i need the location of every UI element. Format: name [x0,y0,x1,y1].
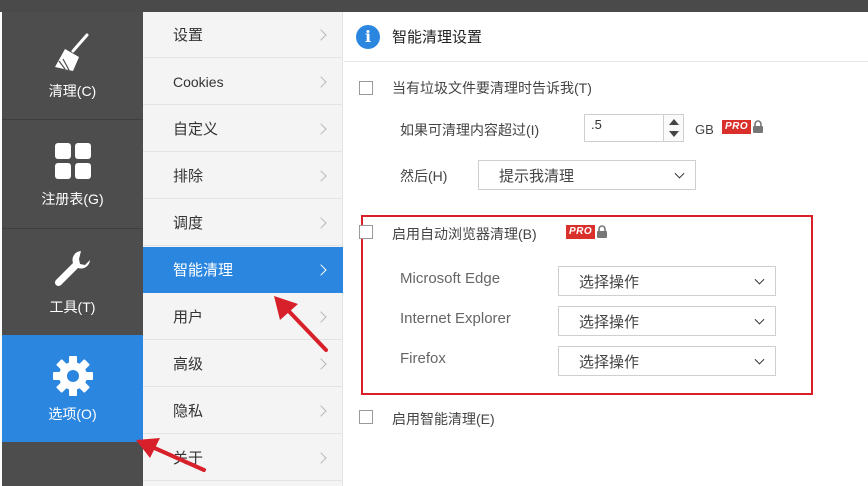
lock-icon [597,225,608,238]
ie-select-value: 选择操作 [579,313,640,331]
nav-item-registry[interactable]: 注册表(G) [2,120,143,228]
firefox-action-select[interactable]: 选择操作 [558,346,776,376]
browser-clean-checkbox[interactable] [359,225,373,239]
stepper-down-icon[interactable] [669,131,679,137]
threshold-stepper[interactable] [664,114,684,142]
menu-item-settings[interactable]: 设置 [143,12,343,58]
menu-item-privacy[interactable]: 隐私 [143,388,343,434]
pro-tag: PRO [566,225,596,239]
stepper-up-icon[interactable] [669,119,679,125]
chevron-down-icon [754,314,765,325]
menu-item-label: 用户 [173,309,204,326]
browser-name-firefox: Firefox [400,350,446,367]
ie-action-select[interactable]: 选择操作 [558,306,776,336]
chevron-down-icon [754,354,765,365]
then-label: 然后(H) [400,168,448,184]
annotation-arrow-icon [274,296,328,352]
menu-item-label: 智能清理 [173,262,234,279]
firefox-select-value: 选择操作 [579,353,640,371]
menu-item-label: 排除 [173,168,204,185]
annotation-arrow-icon [136,438,206,472]
menu-item-label: 设置 [173,27,204,44]
threshold-unit: GB [695,122,714,137]
content-header: i 智能清理设置 [344,12,868,62]
browser-name-edge: Microsoft Edge [400,270,501,287]
browser-name-ie: Internet Explorer [400,310,511,327]
notify-checkbox[interactable] [359,81,373,95]
menu-item-smart-clean[interactable]: 智能清理 [143,247,343,293]
nav-item-tools[interactable]: 工具(T) [2,229,143,335]
chevron-right-icon [315,75,327,88]
menu-item-label: 自定义 [173,121,219,138]
nav-item-options[interactable]: 选项(O) [2,335,143,442]
edge-action-select[interactable]: 选择操作 [558,266,776,296]
chevron-right-icon [315,28,327,41]
pro-tag: PRO [722,120,752,134]
nav-item-clean[interactable]: 清理(C) [2,12,143,119]
menu-item-label: Cookies [173,73,224,90]
lock-icon [753,120,764,133]
pro-badge: PRO [566,225,608,239]
menu-item-schedule[interactable]: 调度 [143,200,343,246]
menu-item-exclude[interactable]: 排除 [143,153,343,199]
settings-menu: 设置 Cookies 自定义 排除 调度 智能清理 用户 高级 隐私 关于 [143,12,343,486]
smart-clean-checkbox[interactable] [359,410,373,424]
chevron-right-icon [315,169,327,182]
wrench-icon [51,247,95,291]
window-top-bar [0,0,868,12]
notify-label: 当有垃圾文件要清理时告诉我(T) [392,80,592,96]
chevron-right-icon [315,216,327,229]
chevron-right-icon [315,357,327,370]
menu-item-label: 高级 [173,356,204,373]
broom-icon [51,31,95,75]
main-nav: 清理(C) 注册表(G) 工具(T) 选项(O) [2,12,143,486]
nav-label: 工具(T) [49,299,96,315]
browser-clean-label: 启用自动浏览器清理(B) [392,226,537,242]
nav-label: 清理(C) [48,82,97,99]
menu-item-label: 调度 [173,215,204,232]
chevron-right-icon [315,122,327,135]
threshold-input[interactable]: .5 [584,114,664,142]
grid-icon [51,139,95,183]
then-select-value: 提示我清理 [499,167,575,185]
then-select[interactable]: 提示我清理 [478,160,696,190]
nav-label: 选项(O) [48,405,97,422]
menu-item-cookies[interactable]: Cookies [143,59,343,105]
chevron-right-icon [315,451,327,464]
smart-clean-label: 启用智能清理(E) [392,411,495,427]
chevron-down-icon [754,274,765,285]
content-panel: i 智能清理设置 当有垃圾文件要清理时告诉我(T) 如果可清理内容超过(I) .… [344,12,868,486]
pro-badge: PRO [722,120,764,134]
info-icon: i [356,24,380,49]
chevron-right-icon [315,263,327,276]
threshold-label: 如果可清理内容超过(I) [400,122,540,138]
menu-item-label: 隐私 [173,403,204,420]
nav-label: 注册表(G) [41,191,104,207]
chevron-right-icon [315,404,327,417]
chevron-down-icon [674,168,685,179]
page-title: 智能清理设置 [392,29,483,46]
gear-icon [51,354,95,398]
edge-select-value: 选择操作 [579,273,640,291]
menu-item-custom[interactable]: 自定义 [143,106,343,152]
